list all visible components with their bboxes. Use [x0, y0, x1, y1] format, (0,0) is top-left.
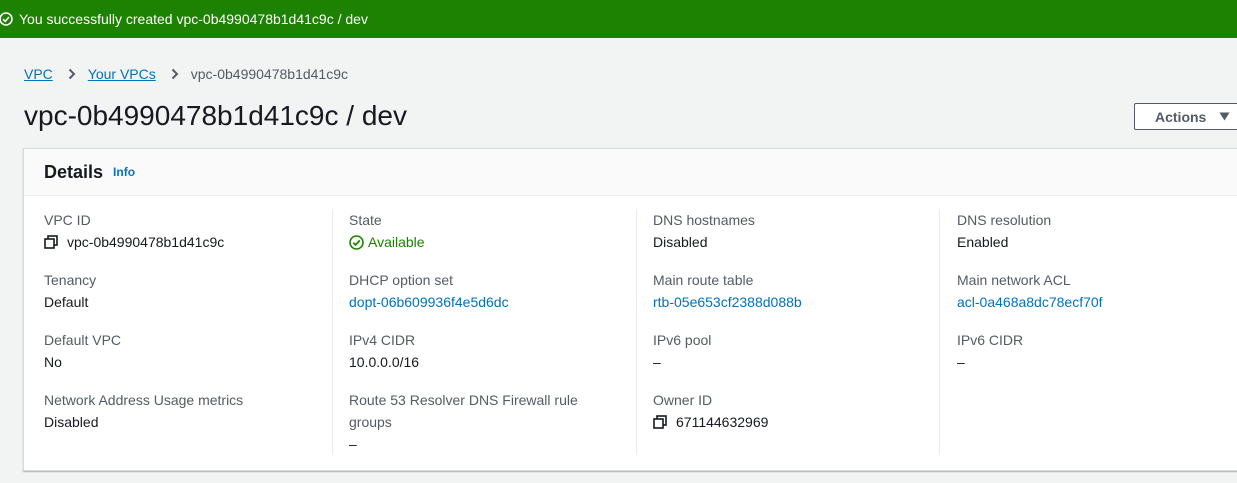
breadcrumb-vpc-link[interactable]: VPC: [24, 66, 53, 82]
field-label: Tenancy: [44, 272, 97, 288]
main-network-acl-field: Main network ACL acl-0a468a8dc78ecf70f: [957, 269, 1237, 313]
field-label: DNS resolution: [957, 212, 1052, 228]
tenancy-value: Default: [44, 294, 89, 310]
details-panel-header: Details Info: [24, 149, 1237, 196]
state-value: Available: [368, 234, 425, 250]
field-value: 671144632969: [653, 411, 943, 433]
default-vpc-field: Default VPC No: [44, 329, 334, 373]
ipv6-cidr-field: IPv6 CIDR –: [957, 329, 1237, 373]
field-label: Route 53 Resolver DNS Firewall rule grou…: [349, 392, 578, 430]
dns-resolution-value: Enabled: [957, 234, 1009, 250]
chevron-right-icon: [169, 68, 181, 80]
owner-id-field: Owner ID 671144632969: [653, 389, 943, 433]
details-title: Details: [44, 161, 104, 182]
field-value: Available: [349, 231, 639, 253]
vpc-id-value: vpc-0b4990478b1d41c9c: [67, 234, 225, 250]
success-flash-banner: You successfully created vpc-0b4990478b1…: [0, 0, 1237, 38]
state-field: State Available: [349, 209, 639, 253]
breadcrumb-your-vpcs-link[interactable]: Your VPCs: [88, 66, 156, 82]
field-label: Owner ID: [653, 392, 713, 408]
actions-dropdown-button[interactable]: Actions: [1134, 103, 1237, 130]
chevron-right-icon: [66, 68, 78, 80]
ipv4-cidr-field: IPv4 CIDR 10.0.0.0/16: [349, 329, 639, 373]
ipv4-cidr-value: 10.0.0.0/16: [349, 354, 420, 370]
network-address-usage-field: Network Address Usage metrics Disabled: [44, 389, 334, 433]
default-vpc-value: No: [44, 354, 62, 370]
field-label: DHCP option set: [349, 272, 454, 288]
owner-id-value: 671144632969: [676, 414, 769, 430]
copy-icon[interactable]: [44, 235, 58, 249]
field-label: Network Address Usage metrics: [44, 392, 244, 408]
field-label: State: [349, 212, 382, 228]
copy-icon[interactable]: [653, 415, 667, 429]
info-link[interactable]: Info: [113, 165, 135, 179]
field-label: Default VPC: [44, 332, 122, 348]
dns-hostnames-field: DNS hostnames Disabled: [653, 209, 943, 253]
field-value: vpc-0b4990478b1d41c9c: [44, 231, 334, 253]
page-title: vpc-0b4990478b1d41c9c / dev: [24, 100, 407, 131]
main-route-table-link[interactable]: rtb-05e653cf2388d088b: [653, 291, 943, 313]
field-label: IPv6 CIDR: [957, 332, 1024, 348]
ipv6-cidr-value: –: [957, 354, 965, 370]
field-label: IPv4 CIDR: [349, 332, 416, 348]
dns-resolution-field: DNS resolution Enabled: [957, 209, 1237, 253]
field-label: DNS hostnames: [653, 212, 755, 228]
details-panel: Details Info VPC ID vpc-0b4990478b1d41c9…: [23, 148, 1237, 471]
status-available-icon: [349, 234, 364, 250]
vpc-id-field: VPC ID vpc-0b4990478b1d41c9c: [44, 209, 334, 253]
breadcrumb: VPC Your VPCs vpc-0b4990478b1d41c9c: [24, 64, 348, 84]
field-label: Main network ACL: [957, 272, 1071, 288]
route53-resolver-field: Route 53 Resolver DNS Firewall rule grou…: [349, 389, 599, 455]
main-network-acl-link[interactable]: acl-0a468a8dc78ecf70f: [957, 291, 1237, 313]
ipv6-pool-field: IPv6 pool –: [653, 329, 943, 373]
actions-label: Actions: [1155, 108, 1207, 125]
caret-down-icon: [1219, 112, 1230, 121]
flash-message: You successfully created vpc-0b4990478b1…: [19, 11, 368, 27]
field-label: IPv6 pool: [653, 332, 712, 348]
route53-resolver-value: –: [349, 436, 357, 452]
success-check-icon: [0, 12, 13, 26]
dhcp-option-set-link[interactable]: dopt-06b609936f4e5d6dc: [349, 291, 639, 313]
ipv6-pool-value: –: [653, 354, 661, 370]
field-label: Main route table: [653, 272, 754, 288]
breadcrumb-current: vpc-0b4990478b1d41c9c: [190, 66, 349, 82]
field-label: VPC ID: [44, 212, 91, 228]
tenancy-field: Tenancy Default: [44, 269, 334, 313]
dhcp-option-set-field: DHCP option set dopt-06b609936f4e5d6dc: [349, 269, 639, 313]
network-address-usage-value: Disabled: [44, 414, 99, 430]
dns-hostnames-value: Disabled: [653, 234, 708, 250]
main-route-table-field: Main route table rtb-05e653cf2388d088b: [653, 269, 943, 313]
